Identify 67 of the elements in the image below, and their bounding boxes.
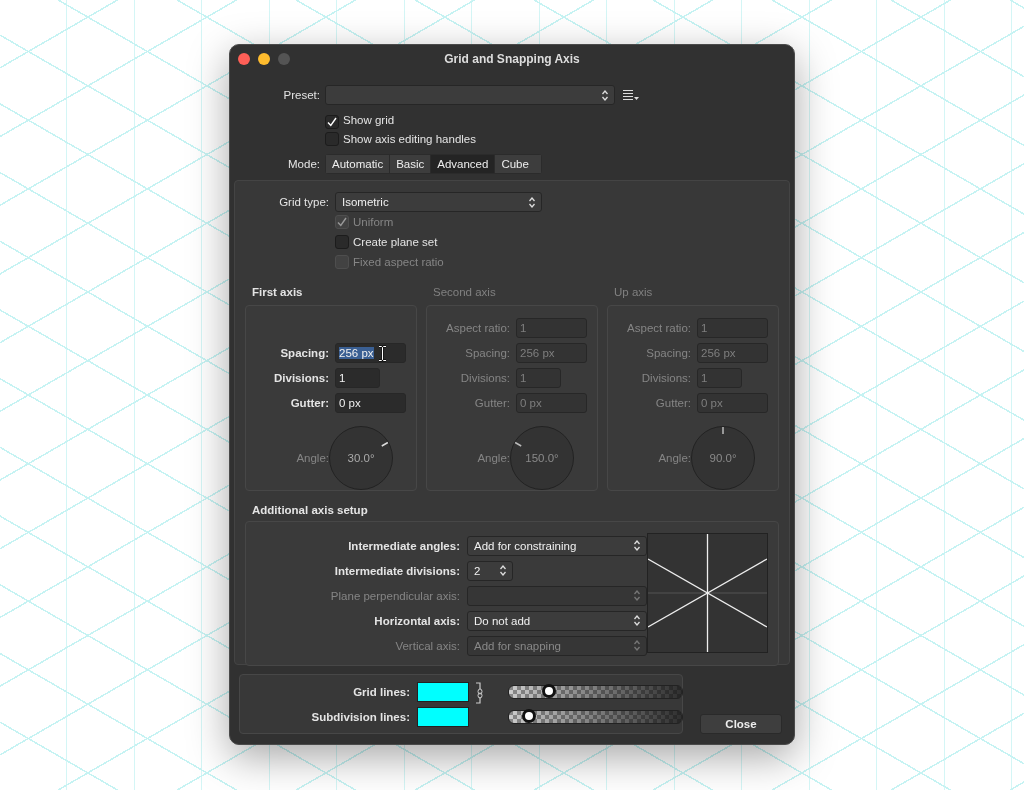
mode-tab[interactable]: Advanced bbox=[431, 155, 496, 173]
list-menu-icon[interactable] bbox=[623, 89, 639, 101]
preset-label: Preset: bbox=[282, 89, 320, 101]
section-heading: Second axis bbox=[433, 286, 497, 300]
field-label: Vertical axis: bbox=[394, 639, 460, 652]
field-label: Intermediate divisions: bbox=[333, 564, 460, 577]
chain-link-icon[interactable] bbox=[476, 681, 484, 704]
checkbox-label: Fixed aspect ratio bbox=[353, 256, 444, 268]
field-label: Gutter: bbox=[473, 396, 510, 409]
angle-dial[interactable]: 30.0° bbox=[329, 426, 393, 490]
angle-label: Angle: bbox=[657, 452, 691, 464]
text-field[interactable]: 0 px bbox=[335, 392, 406, 413]
stepper-arrows-icon bbox=[500, 565, 506, 576]
mode-label: Mode: bbox=[287, 158, 320, 170]
checkbox-label: Show axis editing handles bbox=[343, 133, 476, 145]
section-heading: Up axis bbox=[614, 286, 654, 300]
field-label: Plane perpendicular axis: bbox=[329, 589, 460, 602]
stepper-arrows-icon bbox=[602, 89, 608, 101]
dial-tick-icon bbox=[381, 441, 389, 447]
field-label: Aspect ratio: bbox=[626, 321, 691, 334]
field-label: Divisions: bbox=[273, 371, 329, 384]
stepper-arrows-icon bbox=[634, 540, 640, 551]
checkbox[interactable] bbox=[325, 115, 339, 129]
field-label: Spacing: bbox=[464, 346, 510, 359]
stepper-arrows-icon bbox=[634, 615, 640, 626]
field-label: Aspect ratio: bbox=[445, 321, 510, 334]
number-stepper[interactable]: 2 bbox=[467, 560, 513, 581]
dropdown[interactable]: Add for constraining bbox=[467, 535, 647, 556]
color-swatch[interactable] bbox=[417, 706, 469, 727]
grid-type-label: Grid type: bbox=[278, 196, 329, 208]
checkbox-label: Create plane set bbox=[353, 236, 438, 248]
section-heading: First axis bbox=[252, 286, 304, 300]
mode-tab[interactable]: Automatic bbox=[326, 155, 391, 173]
field-label: Intermediate angles: bbox=[347, 539, 460, 552]
text-field[interactable]: 256 px bbox=[335, 342, 406, 363]
opacity-slider[interactable] bbox=[508, 709, 683, 724]
field-label: Grid lines: bbox=[352, 685, 410, 698]
close-button[interactable]: Close bbox=[700, 714, 782, 734]
field-label: Subdivision lines: bbox=[310, 710, 410, 723]
minimize-window-icon[interactable] bbox=[258, 53, 270, 65]
angle-label: Angle: bbox=[476, 452, 510, 464]
field-label: Divisions: bbox=[459, 371, 510, 384]
dial-tick-icon bbox=[722, 427, 724, 435]
checkbox[interactable] bbox=[335, 235, 349, 249]
stepper-arrows-icon bbox=[634, 640, 640, 651]
dial-tick-icon bbox=[514, 441, 522, 447]
checkbox-label: Uniform bbox=[353, 216, 394, 228]
slider-thumb[interactable] bbox=[521, 708, 536, 723]
stepper-arrows-icon bbox=[634, 590, 640, 601]
stepper-arrows-icon bbox=[529, 196, 535, 208]
angle-label: Angle: bbox=[295, 452, 329, 464]
field-label: Spacing: bbox=[645, 346, 691, 359]
field-label: Gutter: bbox=[654, 396, 691, 409]
field-label: Gutter: bbox=[289, 396, 329, 409]
opacity-slider[interactable] bbox=[508, 684, 683, 699]
text-field[interactable]: 1 bbox=[335, 367, 380, 388]
section-heading: Additional axis setup bbox=[252, 504, 369, 516]
field-label: Horizontal axis: bbox=[373, 614, 460, 627]
close-window-icon[interactable] bbox=[238, 53, 250, 65]
window-title: Grid and Snapping Axis bbox=[444, 52, 580, 66]
field-label: Divisions: bbox=[640, 371, 691, 384]
field-label: Spacing: bbox=[279, 346, 329, 359]
checkbox-label: Show grid bbox=[343, 114, 395, 128]
slider-thumb[interactable] bbox=[542, 683, 557, 698]
color-swatch[interactable] bbox=[417, 681, 469, 702]
dropdown[interactable]: Do not add bbox=[467, 610, 647, 631]
grid-type-dropdown[interactable]: Isometric bbox=[335, 192, 542, 212]
